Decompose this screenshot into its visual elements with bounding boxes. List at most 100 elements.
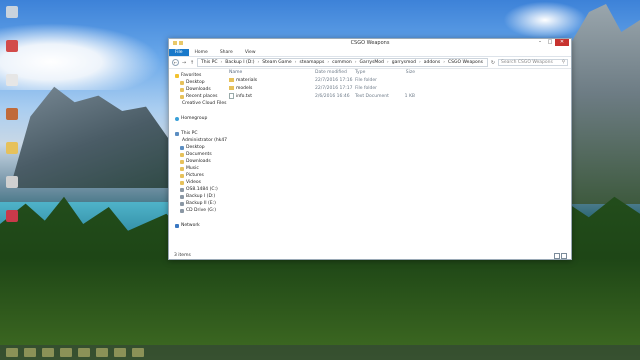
nav-item-downloads[interactable]: Downloads — [175, 158, 225, 165]
chevron-right-icon: › — [386, 60, 389, 65]
nav-item-drive-c[interactable]: OS8.1484 (C:) — [175, 186, 225, 193]
search-placeholder: Search CSGO Weapons — [501, 60, 553, 65]
tab-view[interactable]: View — [239, 49, 262, 56]
file-date: 22/7/2016 17:16 — [315, 77, 353, 83]
large-icons-view-icon[interactable] — [561, 253, 567, 259]
nav-item-drive-d[interactable]: Backup I (D:) — [175, 193, 225, 200]
view-switcher — [554, 253, 567, 259]
column-headers: Name Date modified Type Size — [225, 68, 571, 76]
file-name: materials — [236, 77, 258, 83]
videos-icon — [180, 180, 184, 185]
nav-item-drive-g[interactable]: CD Drive (G:) — [175, 207, 225, 214]
refresh-button[interactable]: ↻ — [490, 60, 496, 66]
title-bar[interactable]: CSGO Weapons – □ ✕ — [169, 39, 571, 48]
item-count: 3 items — [174, 252, 191, 258]
nav-label: Network — [181, 223, 200, 228]
file-date: 22/7/2016 17:17 — [315, 85, 353, 91]
downloads-icon — [180, 159, 184, 164]
details-view-icon[interactable] — [554, 253, 560, 259]
file-row[interactable]: materials 22/7/2016 17:16 File folder — [225, 76, 571, 84]
nav-item-creative-cloud[interactable]: Creative Cloud Files — [175, 100, 226, 107]
taskbar-app-icon[interactable] — [60, 348, 72, 357]
nav-item-pictures[interactable]: Pictures — [175, 172, 225, 179]
breadcrumb-item[interactable]: Backup I (D:) — [225, 60, 254, 65]
up-button[interactable]: ↑ — [189, 60, 195, 66]
desktop-icon — [180, 80, 184, 85]
taskbar-app-icon[interactable] — [42, 348, 54, 357]
back-button[interactable]: ← — [172, 59, 179, 66]
nav-item-downloads[interactable]: Downloads — [175, 86, 225, 93]
downloads-icon — [180, 87, 184, 92]
nav-item-drive-e[interactable]: Backup II (E:) — [175, 200, 225, 207]
explorer-window: CSGO Weapons – □ ✕ File Home Share View … — [168, 38, 572, 260]
breadcrumb-item[interactable]: garrysmod — [392, 60, 416, 65]
nav-item-recent-places[interactable]: Recent places — [175, 93, 225, 100]
taskbar-app-icon[interactable] — [6, 348, 18, 357]
nav-label: This PC — [181, 131, 198, 136]
nav-item-user[interactable]: Administrator (hk47 — [175, 137, 227, 144]
taskbar-app-icon[interactable] — [132, 348, 144, 357]
column-header-type[interactable]: Type — [355, 70, 395, 75]
navigation-pane[interactable]: Favorites Desktop Downloads Recent place… — [169, 68, 227, 251]
tab-file[interactable]: File — [169, 49, 189, 56]
breadcrumb-item[interactable]: CSGO Weapons — [448, 60, 483, 65]
desktop-icons — [4, 6, 20, 244]
desktop-shortcut-icon[interactable] — [6, 6, 18, 18]
taskbar-app-icon[interactable] — [24, 348, 36, 357]
desktop-shortcut-icon[interactable] — [6, 74, 18, 86]
breadcrumb-item[interactable]: GarrysMod — [360, 60, 384, 65]
nav-favorites[interactable]: Favorites — [175, 72, 225, 79]
file-row[interactable]: info.txt 2/6/2016 16:46 Text Document 1 … — [225, 92, 571, 100]
taskbar-app-icon[interactable] — [96, 348, 108, 357]
nav-label: Downloads — [186, 87, 211, 92]
desktop-shortcut-icon[interactable] — [6, 142, 18, 154]
file-size: 1 KB — [404, 93, 415, 99]
chevron-right-icon: › — [220, 60, 223, 65]
desktop-shortcut-icon[interactable] — [6, 108, 18, 120]
nav-label: Desktop — [186, 80, 205, 85]
desktop-shortcut-icon[interactable] — [6, 40, 18, 52]
taskbar-app-icon[interactable] — [78, 348, 90, 357]
maximize-button[interactable]: □ — [545, 39, 555, 46]
music-icon — [180, 166, 184, 171]
nav-label: OS8.1484 (C:) — [186, 187, 218, 192]
nav-this-pc[interactable]: This PC — [175, 130, 225, 137]
nav-homegroup[interactable]: Homegroup — [175, 115, 225, 122]
nav-label: Backup II (E:) — [186, 201, 216, 206]
nav-item-videos[interactable]: Videos — [175, 179, 225, 186]
nav-item-desktop[interactable]: Desktop — [175, 144, 225, 151]
forward-button[interactable]: → — [181, 60, 187, 66]
breadcrumb-item[interactable]: steamapps — [299, 60, 324, 65]
explorer-body: Favorites Desktop Downloads Recent place… — [169, 68, 571, 251]
desktop-shortcut-icon[interactable] — [6, 210, 18, 222]
pictures-icon — [180, 173, 184, 178]
recent-places-icon — [180, 94, 184, 99]
breadcrumb-item[interactable]: Steam Game — [262, 60, 291, 65]
taskbar-app-icon[interactable] — [114, 348, 126, 357]
taskbar — [0, 345, 640, 360]
chevron-right-icon: › — [257, 60, 260, 65]
breadcrumb-item[interactable]: addons — [424, 60, 440, 65]
search-icon[interactable]: ⚲ — [562, 60, 565, 65]
column-header-date[interactable]: Date modified — [315, 70, 355, 75]
address-bar[interactable]: This PC › Backup I (D:) › Steam Game › s… — [197, 58, 488, 67]
nav-network[interactable]: Network — [175, 222, 225, 229]
file-type: File folder — [355, 85, 378, 91]
nav-item-desktop[interactable]: Desktop — [175, 79, 225, 86]
file-row[interactable]: models 22/7/2016 17:17 File folder — [225, 84, 571, 92]
close-button[interactable]: ✕ — [555, 39, 569, 46]
desktop-shortcut-icon[interactable] — [6, 176, 18, 188]
minimize-button[interactable]: – — [535, 39, 545, 46]
chevron-right-icon: › — [327, 60, 330, 65]
nav-item-documents[interactable]: Documents — [175, 151, 225, 158]
search-input[interactable]: Search CSGO Weapons ⚲ — [498, 59, 568, 66]
column-header-name[interactable]: Name — [229, 70, 315, 75]
nav-label: Pictures — [186, 173, 204, 178]
column-header-size[interactable]: Size — [395, 70, 425, 75]
nav-label: Downloads — [186, 159, 211, 164]
breadcrumb-item[interactable]: common — [332, 60, 352, 65]
tab-share[interactable]: Share — [214, 49, 239, 56]
tab-home[interactable]: Home — [189, 49, 214, 56]
nav-item-music[interactable]: Music — [175, 165, 225, 172]
breadcrumb-item[interactable]: This PC — [201, 60, 217, 65]
